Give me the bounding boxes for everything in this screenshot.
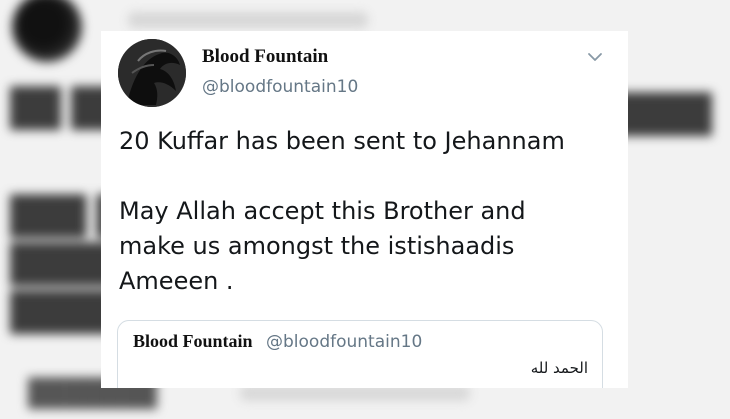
blurred-text: ████: [10, 290, 113, 331]
tweet-card[interactable]: Blood Fountain @bloodfountain10 20 Kuffa…: [101, 31, 628, 388]
tweet-line-break: [119, 159, 619, 194]
chevron-down-icon[interactable]: [585, 47, 605, 67]
quoted-author-name: Blood Fountain: [133, 331, 253, 351]
tweet-line: Ameeen .: [119, 267, 234, 295]
screenshot-stage: ██ ██ ███ █ ████ █ ████ ███████ ████ Blo…: [0, 0, 730, 419]
blurred-text-block: [128, 12, 368, 28]
avatar-image: [118, 39, 186, 107]
avatar[interactable]: [118, 39, 186, 107]
tweet-text: 20 Kuffar has been sent to Jehannam May …: [119, 124, 619, 299]
quoted-tweet-text: الحمد لله: [530, 359, 588, 377]
author-handle[interactable]: @bloodfountain10: [202, 77, 358, 97]
quoted-tweet[interactable]: Blood Fountain @bloodfountain10 الحمد لل…: [117, 320, 603, 388]
tweet-line: make us amongst the istishaadis: [119, 232, 515, 260]
blurred-avatar: [12, 0, 82, 62]
author-name[interactable]: Blood Fountain: [202, 46, 328, 68]
tweet-line: May Allah accept this Brother and: [119, 197, 526, 225]
tweet-line: 20 Kuffar has been sent to Jehannam: [119, 127, 565, 155]
quoted-author-handle: @bloodfountain10: [266, 332, 423, 352]
